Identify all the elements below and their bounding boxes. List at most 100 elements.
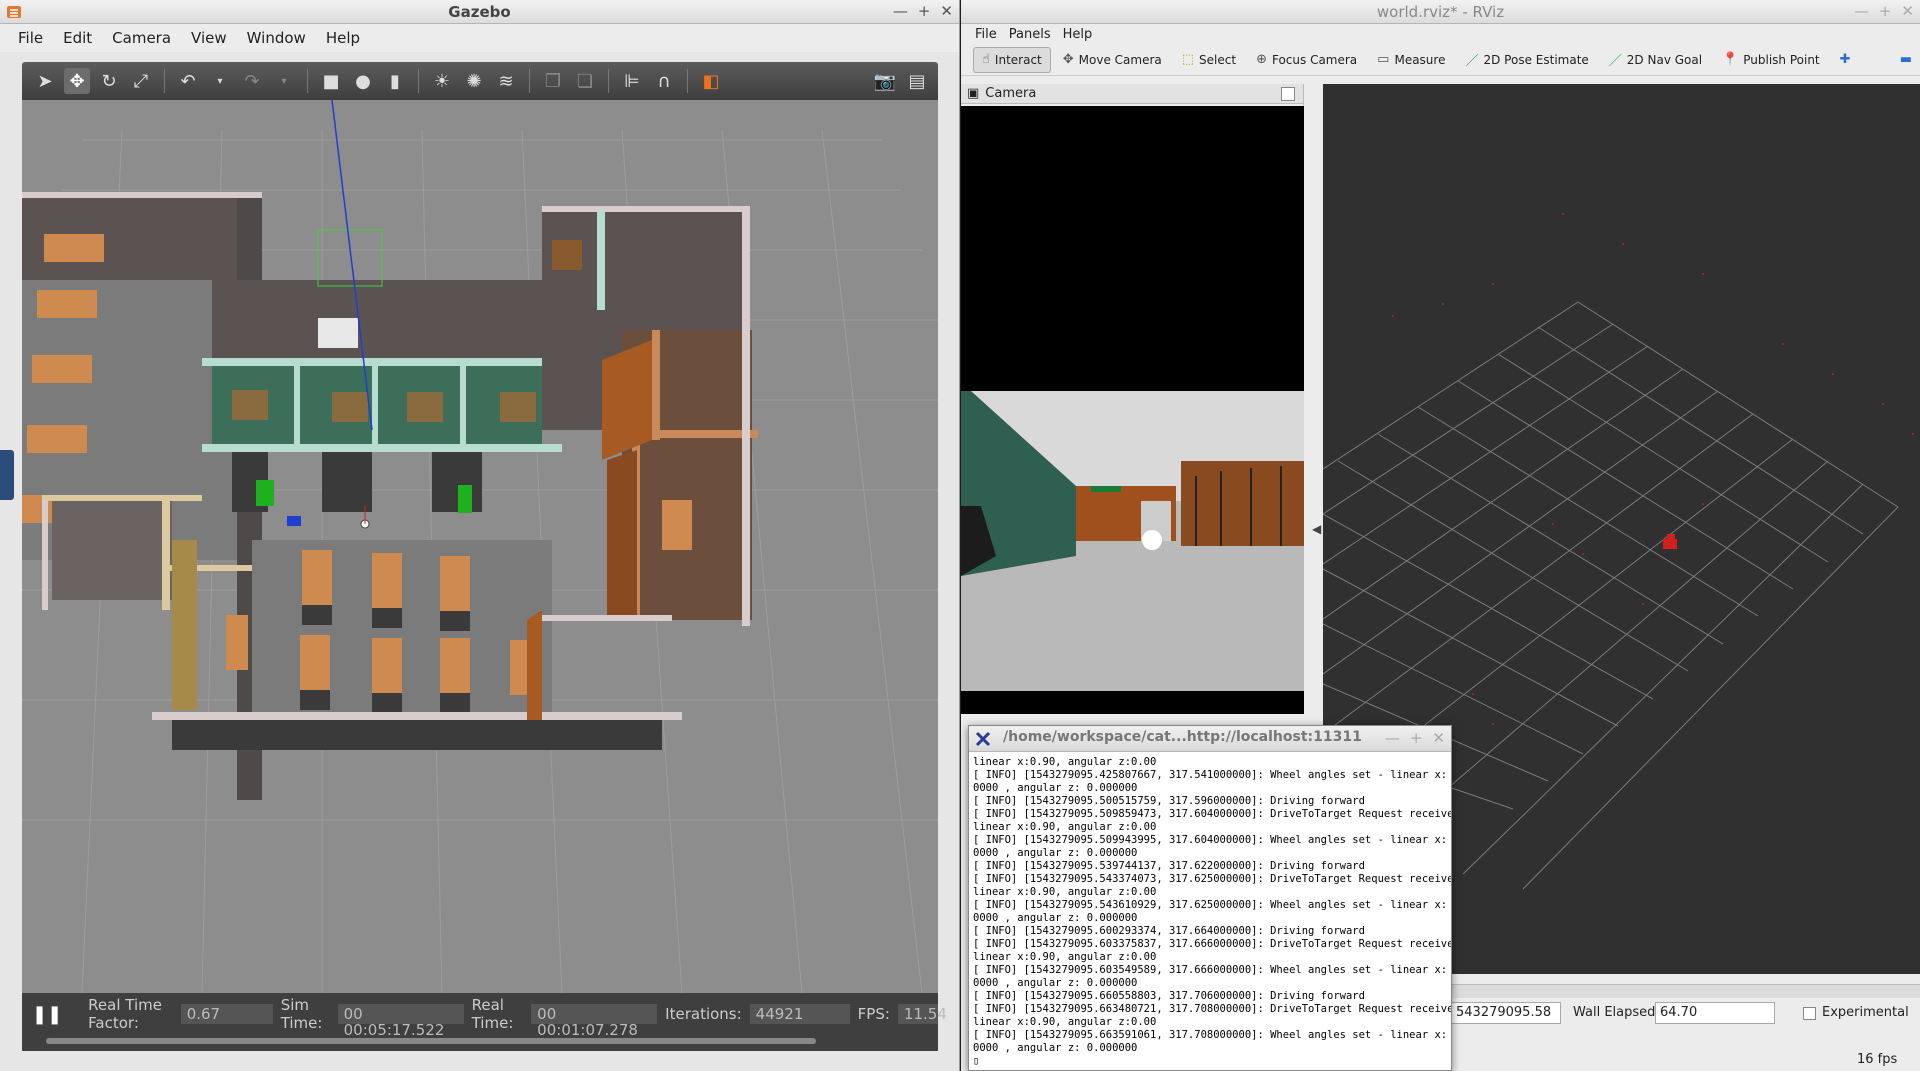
fps-label: FPS:: [857, 1005, 890, 1023]
time-panel-divider: [1451, 984, 1920, 998]
menu-window[interactable]: Window: [237, 29, 316, 47]
terminal-line: [ INFO] [1543279095.660558803, 317.70600…: [973, 990, 1365, 1002]
terminal-line: [ INFO] [1543279095.509859473, 317.60400…: [973, 808, 1452, 820]
add-tool-button[interactable]: ✚: [1832, 47, 1859, 73]
menu-file[interactable]: File: [969, 27, 1003, 42]
maximize-icon[interactable]: +: [1879, 2, 1892, 20]
maximize-icon[interactable]: +: [918, 2, 931, 20]
terminal-line: 0000 , angular z: 0.000000: [973, 1042, 1138, 1054]
rtf-value: 0.67: [180, 1004, 273, 1024]
minimize-icon[interactable]: —: [893, 2, 908, 20]
menu-edit[interactable]: Edit: [53, 29, 102, 47]
terminal-line: linear x:0.90, angular z:0.00: [973, 821, 1157, 833]
window-title: world.rviz* - RViz: [1376, 3, 1505, 21]
terminal-line: 0000 , angular z: 0.000000: [973, 847, 1138, 859]
redo-icon[interactable]: ↷: [239, 68, 265, 94]
paste-icon[interactable]: ❏: [572, 68, 598, 94]
gazebo-horizontal-scrollbar[interactable]: [22, 1035, 938, 1051]
terminal-line: [ INFO] [1543279095.663480721, 317.70800…: [973, 1003, 1452, 1015]
pose-estimate-tool-button[interactable]: ／ 2D Pose Estimate: [1457, 47, 1596, 73]
wall-elapsed-input[interactable]: 64.70: [1655, 1002, 1775, 1024]
rviz-toolbar: ☝ Interact ✥ Move Camera ⬚ Select ⊕ Focus Ca…: [961, 44, 1920, 76]
camera-panel-header: ▣ Camera: [961, 84, 1303, 104]
move-camera-tool-button[interactable]: ✥ Move Camera: [1055, 47, 1170, 73]
plus-icon: ✚: [1839, 52, 1851, 67]
terminal-window: /home/workspace/cat...http://localhost:1…: [968, 725, 1452, 1071]
view-angle-icon[interactable]: ◧: [698, 68, 724, 94]
minimize-icon[interactable]: —: [1854, 2, 1869, 20]
select-arrow-icon[interactable]: ➤: [32, 68, 58, 94]
copy-icon[interactable]: ❐: [540, 68, 566, 94]
undo-icon[interactable]: ↶: [175, 68, 201, 94]
directional-light-icon[interactable]: ≋: [493, 68, 519, 94]
rviz-titlebar: world.rviz* - RViz — + ✕: [961, 0, 1920, 24]
scrollbar-thumb[interactable]: [46, 1038, 816, 1044]
select-tool-button[interactable]: ⬚ Select: [1174, 47, 1244, 73]
focus-camera-icon: ⊕: [1256, 52, 1267, 67]
redo-dropdown-icon[interactable]: ▾: [271, 68, 297, 94]
ros-time-input[interactable]: 543279095.58: [1451, 1002, 1561, 1024]
menu-panels[interactable]: Panels: [1003, 27, 1057, 42]
camera-panel-icon: ▣: [967, 86, 980, 101]
interact-tool-button[interactable]: ☝ Interact: [973, 46, 1051, 73]
gazebo-status-bar: ❚❚ Real Time Factor: 0.67 Sim Time: 00 0…: [22, 993, 947, 1038]
publish-point-tool-button[interactable]: 📍 Publish Point: [1714, 47, 1828, 73]
terminal-line: [ INFO] [1543279095.425807667, 317.54100…: [973, 769, 1452, 781]
sim-time-label: Sim Time:: [280, 996, 323, 1032]
terminal-line: [ INFO] [1543279095.603549589, 317.66600…: [973, 964, 1452, 976]
align-icon[interactable]: ⊫: [619, 68, 645, 94]
terminal-line: [ INFO] [1543279095.500515759, 317.59600…: [973, 795, 1365, 807]
gazebo-3d-viewport[interactable]: [22, 99, 938, 994]
terminal-line: ▯: [973, 1055, 980, 1067]
nav-goal-tool-button[interactable]: ／ 2D Nav Goal: [1601, 47, 1710, 73]
menu-help[interactable]: Help: [316, 29, 370, 47]
terminal-titlebar: /home/workspace/cat...http://localhost:1…: [969, 726, 1451, 752]
rtf-label: Real Time Factor:: [88, 996, 162, 1032]
measure-tool-button[interactable]: ▭ Measure: [1369, 47, 1453, 73]
menu-help[interactable]: Help: [1057, 27, 1099, 42]
box-icon[interactable]: ■: [318, 68, 344, 94]
terminal-line: 0000 , angular z: 0.000000: [973, 782, 1138, 794]
select-icon: ⬚: [1181, 52, 1195, 67]
terminal-line: [ INFO] [1543279095.509943995, 317.60400…: [973, 834, 1452, 846]
sphere-icon[interactable]: ●: [350, 68, 376, 94]
remove-tool-button[interactable]: ▬: [1892, 47, 1920, 73]
terminal-output[interactable]: linear x:0.90, angular z:0.00[ INFO] [15…: [969, 752, 1452, 1070]
real-time-value: 00 00:01:07.278: [531, 1004, 658, 1038]
measure-icon: ▭: [1377, 52, 1390, 67]
camera-panel-close-button[interactable]: [1281, 86, 1295, 101]
minimize-icon[interactable]: —: [1385, 729, 1400, 747]
menu-file[interactable]: File: [8, 29, 53, 47]
screenshot-icon[interactable]: 📷: [872, 68, 898, 94]
nav-goal-icon: ／: [1608, 54, 1622, 69]
rotate-icon[interactable]: ↻: [96, 68, 122, 94]
spot-light-icon[interactable]: ✺: [461, 68, 487, 94]
menu-view[interactable]: View: [181, 29, 237, 47]
experimental-checkbox[interactable]: [1803, 1007, 1816, 1020]
terminal-line: [ INFO] [1543279095.543374073, 317.62500…: [973, 873, 1452, 885]
collapse-left-arrow-icon[interactable]: ◀: [1312, 522, 1321, 536]
snap-icon[interactable]: ∩: [651, 68, 677, 94]
pause-icon[interactable]: ❚❚: [32, 1004, 62, 1025]
sim-time-value: 00 00:05:17.522: [337, 1004, 464, 1038]
close-icon[interactable]: ✕: [940, 2, 953, 20]
log-icon[interactable]: ▤: [904, 68, 930, 94]
focus-camera-tool-button[interactable]: ⊕ Focus Camera: [1248, 47, 1365, 73]
scale-icon[interactable]: ⤢: [128, 68, 154, 94]
close-icon[interactable]: ✕: [1901, 2, 1914, 20]
cylinder-icon[interactable]: ▮: [382, 68, 408, 94]
terminal-line: linear x:0.90, angular z:0.00: [973, 1016, 1157, 1028]
interact-icon: ☝: [982, 52, 990, 67]
left-panel-handle[interactable]: [0, 450, 14, 500]
menu-camera[interactable]: Camera: [102, 29, 181, 47]
point-light-icon[interactable]: ☀: [429, 68, 455, 94]
iterations-value: 44921: [749, 1004, 850, 1024]
wall-elapsed-label: Wall Elapsed:: [1573, 1005, 1660, 1020]
undo-dropdown-icon[interactable]: ▾: [207, 68, 233, 94]
terminal-line: [ INFO] [1543279095.600293374, 317.66400…: [973, 925, 1365, 937]
terminal-line: linear x:0.90, angular z:0.00: [973, 886, 1157, 898]
terminal-line: [ INFO] [1543279095.539744137, 317.62200…: [973, 860, 1365, 872]
translate-icon[interactable]: ✥: [64, 68, 90, 94]
close-icon[interactable]: ✕: [1432, 729, 1445, 747]
maximize-icon[interactable]: +: [1410, 729, 1423, 747]
